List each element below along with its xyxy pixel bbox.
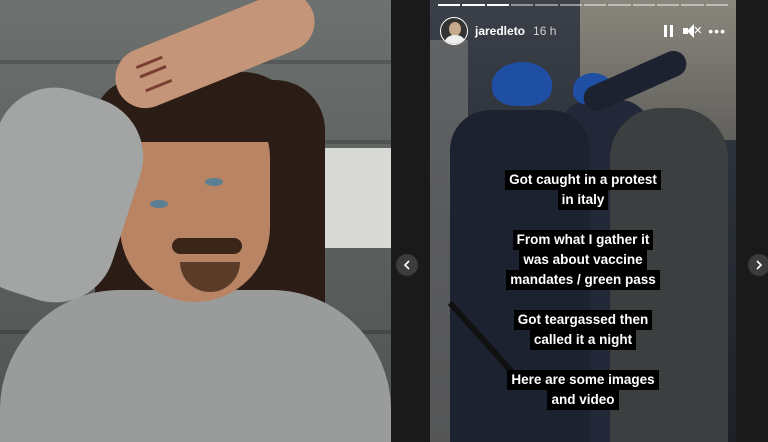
progress-segment xyxy=(535,4,558,6)
chevron-right-icon xyxy=(756,260,763,270)
progress-segment xyxy=(438,4,461,6)
progress-segment xyxy=(559,4,582,6)
story-progress-bar xyxy=(438,4,728,6)
caption-line: Here are some images xyxy=(507,370,659,390)
post-time: 16 h xyxy=(533,24,557,38)
next-story-button[interactable] xyxy=(748,254,768,276)
progress-segment xyxy=(462,4,485,6)
caption-line: From what I gather it xyxy=(512,230,654,250)
progress-segment xyxy=(705,4,728,6)
caption-line: and video xyxy=(547,390,619,410)
progress-segment xyxy=(632,4,655,6)
police-helmet xyxy=(492,62,552,106)
caption-line: Got caught in a protest xyxy=(505,170,661,190)
progress-segment xyxy=(608,4,631,6)
caption-line: Got teargassed then xyxy=(513,310,653,330)
pause-icon[interactable] xyxy=(664,25,674,37)
caption-line: mandates / green pass xyxy=(506,270,660,290)
username[interactable]: jaredleto xyxy=(475,24,525,38)
story-captions: Got caught in a protest in italy From what… xyxy=(430,170,736,430)
progress-segment xyxy=(510,4,534,6)
wall-panel xyxy=(321,148,391,248)
progress-segment xyxy=(656,4,680,6)
caption-block: Here are some images and video xyxy=(507,370,659,410)
eye xyxy=(205,178,223,186)
caption-block: From what I gather it was about vaccine ma… xyxy=(506,230,660,290)
story-controls: ✕ ••• xyxy=(664,24,726,38)
story-header: jaredleto 16 h ✕ ••• xyxy=(440,16,726,46)
mustache xyxy=(172,238,242,254)
progress-segment xyxy=(583,4,607,6)
speaker-muted-icon[interactable]: ✕ xyxy=(683,24,703,38)
prev-story-button[interactable] xyxy=(396,254,418,276)
progress-segment xyxy=(486,4,509,6)
caption-block: Got teargassed then called it a night xyxy=(513,310,653,350)
eye xyxy=(150,200,168,208)
caption-block: Got caught in a protest in italy xyxy=(505,170,661,210)
shirt xyxy=(0,290,391,442)
caption-line: in italy xyxy=(557,190,609,210)
more-horizontal-icon[interactable]: ••• xyxy=(708,24,726,38)
story-viewer[interactable]: jaredleto 16 h ✕ ••• Got caught in a pro… xyxy=(430,0,736,442)
caption-line: was about vaccine xyxy=(519,250,647,270)
avatar[interactable] xyxy=(440,17,468,45)
portrait-photo xyxy=(0,0,391,442)
chevron-left-icon xyxy=(403,260,410,270)
caption-line: called it a night xyxy=(529,330,637,350)
progress-segment xyxy=(681,4,704,6)
